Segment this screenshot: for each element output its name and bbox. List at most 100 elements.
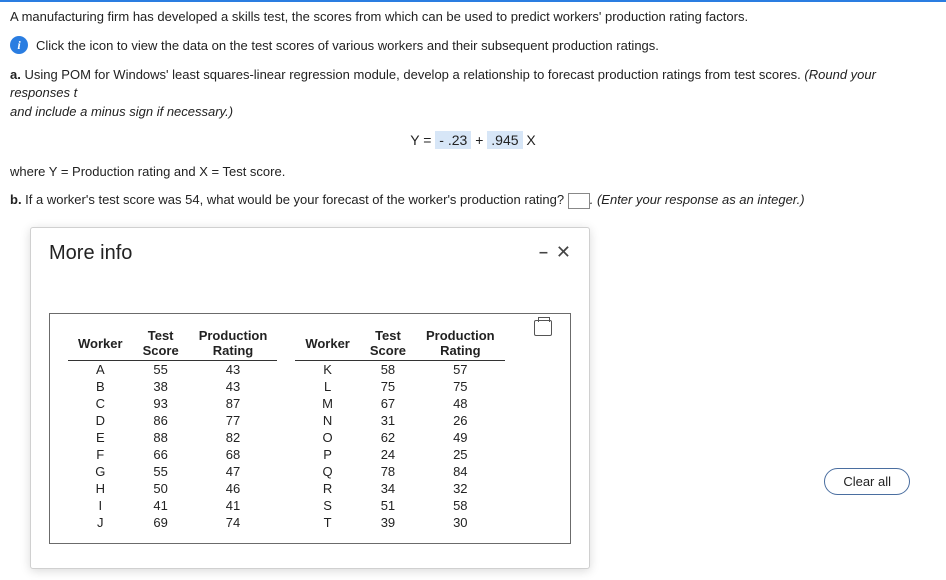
data-table-right: Worker TestScore ProductionRating K5857L… <box>295 326 504 531</box>
col-score: TestScore <box>360 326 416 361</box>
table-cell: 58 <box>360 361 416 379</box>
table-cell: 57 <box>416 361 505 379</box>
table-cell: 47 <box>189 463 278 480</box>
table-cell: 87 <box>189 395 278 412</box>
info-icon[interactable]: i <box>10 36 28 54</box>
part-a-label: a. <box>10 67 21 82</box>
clear-all-button[interactable]: Clear all <box>824 468 910 495</box>
table-row: S5158 <box>295 497 504 514</box>
table-cell: J <box>68 514 133 531</box>
data-table-left: Worker TestScore ProductionRating A5543B… <box>68 326 277 531</box>
table-cell: 55 <box>133 361 189 379</box>
table-cell: 58 <box>416 497 505 514</box>
table-cell: N <box>295 412 360 429</box>
table-cell: 82 <box>189 429 278 446</box>
table-cell: 69 <box>133 514 189 531</box>
table-cell: S <box>295 497 360 514</box>
eq-y: Y = <box>410 132 435 148</box>
table-row: B3843 <box>68 378 277 395</box>
round-hint-2: and include a minus sign if necessary.) <box>10 104 233 119</box>
table-cell: L <box>295 378 360 395</box>
table-cell: 49 <box>416 429 505 446</box>
table-cell: 32 <box>416 480 505 497</box>
table-cell: 38 <box>133 378 189 395</box>
table-row: L7575 <box>295 378 504 395</box>
table-cell: 24 <box>360 446 416 463</box>
table-row: G5547 <box>68 463 277 480</box>
table-cell: G <box>68 463 133 480</box>
table-row: H5046 <box>68 480 277 497</box>
table-cell: K <box>295 361 360 379</box>
table-row: J6974 <box>68 514 277 531</box>
intro-text: A manufacturing firm has developed a ski… <box>10 8 936 26</box>
table-cell: 34 <box>360 480 416 497</box>
table-row: D8677 <box>68 412 277 429</box>
table-cell: 68 <box>189 446 278 463</box>
table-cell: R <box>295 480 360 497</box>
part-b-text: If a worker's test score was 54, what wo… <box>22 192 568 207</box>
table-cell: O <box>295 429 360 446</box>
table-cell: 75 <box>416 378 505 395</box>
col-rating: ProductionRating <box>189 326 278 361</box>
table-row: T3930 <box>295 514 504 531</box>
table-cell: T <box>295 514 360 531</box>
table-cell: D <box>68 412 133 429</box>
eq-plus: + <box>475 132 487 148</box>
table-cell: P <box>295 446 360 463</box>
table-cell: E <box>68 429 133 446</box>
table-row: K5857 <box>295 361 504 379</box>
table-cell: 51 <box>360 497 416 514</box>
table-row: E8882 <box>68 429 277 446</box>
table-cell: 67 <box>360 395 416 412</box>
table-cell: 39 <box>360 514 416 531</box>
table-row: A5543 <box>68 361 277 379</box>
info-text: Click the icon to view the data on the t… <box>36 38 659 53</box>
regression-equation: Y = - .23 + .945 X <box>10 131 936 149</box>
table-cell: F <box>68 446 133 463</box>
part-b-input[interactable] <box>568 193 590 209</box>
close-icon[interactable]: ✕ <box>556 242 571 263</box>
table-row: N3126 <box>295 412 504 429</box>
table-cell: B <box>68 378 133 395</box>
slope-answer[interactable]: .945 <box>487 131 522 149</box>
minimize-icon[interactable]: – <box>539 244 548 262</box>
table-row: P2425 <box>295 446 504 463</box>
table-cell: 66 <box>133 446 189 463</box>
table-cell: 31 <box>360 412 416 429</box>
eq-x: X <box>526 132 535 148</box>
table-cell: 30 <box>416 514 505 531</box>
table-cell: 48 <box>416 395 505 412</box>
table-cell: M <box>295 395 360 412</box>
table-cell: Q <box>295 463 360 480</box>
table-row: R3432 <box>295 480 504 497</box>
col-worker: Worker <box>68 326 133 361</box>
where-text: where Y = Production rating and X = Test… <box>10 163 936 181</box>
table-row: F6668 <box>68 446 277 463</box>
col-rating: ProductionRating <box>416 326 505 361</box>
table-cell: 62 <box>360 429 416 446</box>
intercept-answer[interactable]: - .23 <box>435 131 471 149</box>
table-cell: 43 <box>189 361 278 379</box>
table-cell: 43 <box>189 378 278 395</box>
part-b-hint: . (Enter your response as an integer.) <box>590 192 805 207</box>
table-cell: C <box>68 395 133 412</box>
table-cell: 55 <box>133 463 189 480</box>
table-cell: 26 <box>416 412 505 429</box>
table-row: M6748 <box>295 395 504 412</box>
table-cell: 25 <box>416 446 505 463</box>
table-cell: 41 <box>133 497 189 514</box>
table-cell: I <box>68 497 133 514</box>
part-b-label: b. <box>10 192 22 207</box>
data-table-container: Worker TestScore ProductionRating A5543B… <box>49 313 571 544</box>
part-a-text: Using POM for Windows' least squares-lin… <box>21 67 805 82</box>
print-icon[interactable] <box>534 320 552 336</box>
more-info-modal: More info – ✕ Worker TestScore Producti <box>30 227 590 569</box>
table-cell: 77 <box>189 412 278 429</box>
table-cell: 50 <box>133 480 189 497</box>
table-cell: A <box>68 361 133 379</box>
table-row: O6249 <box>295 429 504 446</box>
table-cell: 84 <box>416 463 505 480</box>
table-cell: 86 <box>133 412 189 429</box>
col-score: TestScore <box>133 326 189 361</box>
table-cell: 88 <box>133 429 189 446</box>
